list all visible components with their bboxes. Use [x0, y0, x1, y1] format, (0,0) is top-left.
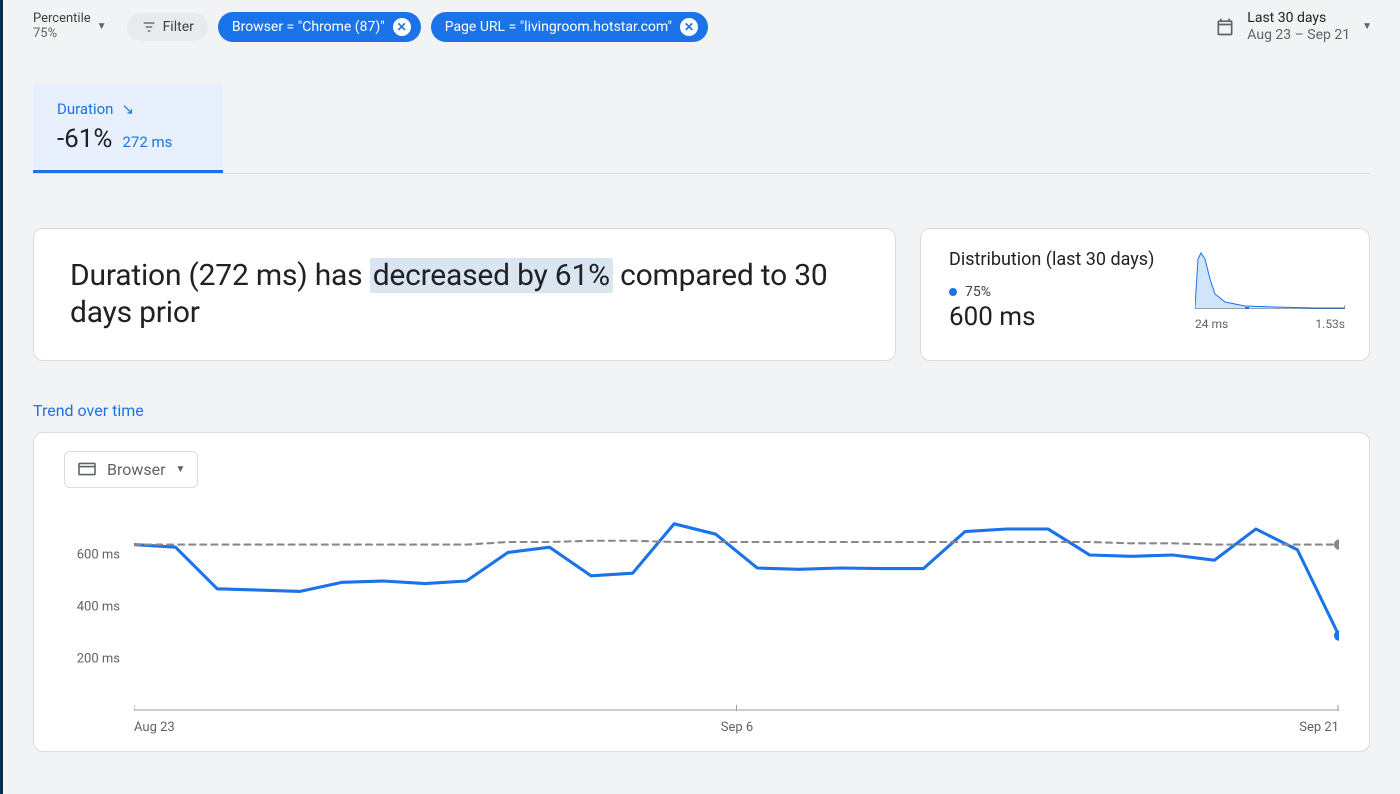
date-range-value: Aug 23 – Sep 21 [1247, 27, 1350, 44]
trend-down-icon: ↘ [121, 100, 134, 118]
trend-chart: 600 ms 400 ms 200 ms Aug 23 Sep 6 Sep 21 [64, 503, 1339, 741]
x-tick: Sep 6 [721, 720, 753, 735]
browser-icon [77, 461, 97, 477]
chip-text: Page URL = "livingroom.hotstar.com" [445, 19, 672, 35]
trend-section-label: Trend over time [33, 401, 1400, 420]
dist-min: 24 ms [1195, 317, 1228, 331]
percentile-label: Percentile [33, 12, 91, 27]
chevron-down-icon: ▼ [97, 21, 107, 33]
top-filter-bar: Percentile 75% ▼ Filter Browser = "Chrom… [3, 0, 1400, 54]
summary-pre: Duration (272 ms) has [70, 258, 370, 293]
filter-chip-browser[interactable]: Browser = "Chrome (87)" ✕ [218, 12, 421, 42]
tab-title: Duration [57, 100, 113, 118]
x-tick: Sep 21 [1299, 720, 1339, 735]
chevron-down-icon: ▼ [176, 464, 186, 475]
distribution-card: Distribution (last 30 days) 75% 600 ms 2… [920, 228, 1370, 361]
filter-label: Filter [163, 19, 194, 35]
percentile-value: 75% [33, 27, 91, 42]
x-tick: Aug 23 [134, 720, 175, 735]
tab-duration[interactable]: Duration ↘ -61% 272 ms [33, 84, 223, 173]
summary-sentence: Duration (272 ms) has decreased by 61% c… [70, 257, 859, 332]
trend-card: Browser ▼ 600 ms 400 ms 200 ms Aug 23 Se… [33, 432, 1370, 752]
y-tick: 400 ms [77, 599, 120, 614]
percentile-selector[interactable]: Percentile 75% ▼ [33, 12, 107, 42]
filter-icon [141, 19, 157, 35]
groupby-label: Browser [107, 460, 166, 479]
chip-text: Browser = "Chrome (87)" [232, 19, 385, 35]
distribution-value: 600 ms [949, 302, 1175, 332]
dist-max: 1.53s [1315, 317, 1345, 331]
filter-button[interactable]: Filter [127, 13, 208, 41]
tab-value-ms: 272 ms [122, 133, 172, 151]
chevron-down-icon: ▼ [1362, 21, 1372, 33]
filter-chip-url[interactable]: Page URL = "livingroom.hotstar.com" ✕ [431, 12, 708, 42]
series-dot-icon [949, 288, 957, 296]
summary-highlight: decreased by 61% [370, 258, 613, 293]
distribution-title: Distribution (last 30 days) [949, 249, 1175, 270]
close-icon[interactable]: ✕ [393, 18, 411, 36]
x-axis-labels: Aug 23 Sep 6 Sep 21 [134, 720, 1339, 735]
date-range-picker[interactable]: Last 30 days Aug 23 – Sep 21 ▼ [1215, 10, 1372, 44]
y-tick: 200 ms [77, 651, 120, 666]
y-axis-labels: 600 ms 400 ms 200 ms [64, 503, 124, 711]
metric-tabs: Duration ↘ -61% 272 ms [33, 84, 1370, 174]
date-range-label: Last 30 days [1247, 10, 1350, 27]
distribution-sparkline: 24 ms 1.53s [1195, 249, 1345, 344]
tab-change-pct: -61% [57, 124, 112, 154]
summary-card: Duration (272 ms) has decreased by 61% c… [33, 228, 896, 361]
calendar-icon [1215, 17, 1235, 37]
distribution-pct: 75% [965, 284, 991, 300]
y-tick: 600 ms [77, 547, 120, 562]
close-icon[interactable]: ✕ [680, 18, 698, 36]
groupby-selector[interactable]: Browser ▼ [64, 451, 198, 488]
